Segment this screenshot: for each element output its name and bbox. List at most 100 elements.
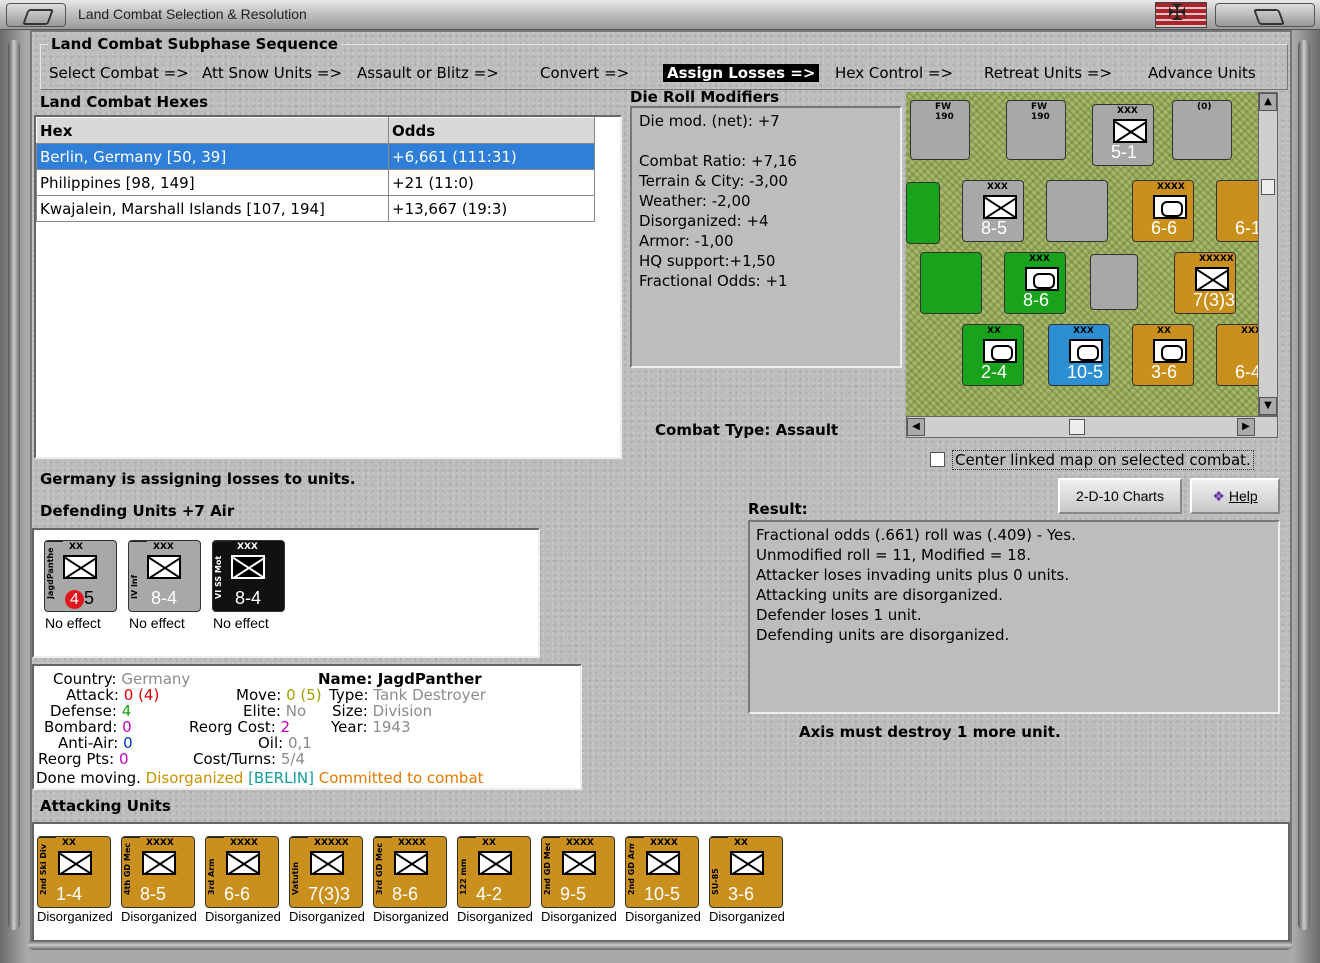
unit-symbol [1153, 339, 1187, 363]
unit-pins [38, 837, 56, 838]
map-counter[interactable]: XXX 5-1 [1092, 104, 1154, 166]
unit-pins [129, 541, 147, 542]
mini-map[interactable]: FW 190 FW 190 XXX 5-1 (0) XXX 8-5 XXXX 6-6 … [906, 92, 1258, 416]
unit-symbol [1195, 267, 1229, 291]
unit-status: Disorganized [121, 909, 197, 924]
map-counter-p47d[interactable] [920, 252, 982, 314]
counter-size: XXX [987, 182, 1008, 192]
unit-pins [374, 837, 392, 838]
attacking-unit[interactable]: 122 mm XX 4-2 [457, 836, 531, 908]
value: (4) [138, 686, 160, 704]
table-row[interactable]: Philippines [98, 149] +21 (11:0) [36, 169, 595, 196]
attacking-unit[interactable]: 2nd Ski Div XX 1-4 [37, 836, 111, 908]
unit-name: 4th GD Mech [123, 843, 132, 895]
defending-unit-iv-inf[interactable]: IV Inf XXX 8-4 [128, 540, 201, 612]
scroll-left-icon[interactable]: ◀ [907, 418, 925, 436]
odds-cell: +13,667 (19:3) [388, 195, 595, 222]
detail-cost-turns: Cost/Turns: 5/4 [193, 750, 305, 768]
attacking-unit[interactable]: 3rd GD Mech XXXX 8-6 [373, 836, 447, 908]
table-row[interactable]: Kwajalein, Marshall Islands [107, 194] +… [36, 195, 595, 222]
map-counter[interactable]: XXX 10-5 [1048, 324, 1110, 386]
defense-value: 5 [84, 588, 95, 608]
counter-stat: 3-6 [1151, 362, 1178, 382]
map-counter-bf109[interactable] [1046, 180, 1108, 242]
unit-status: Disorganized [373, 909, 449, 924]
unit-symbol [983, 339, 1017, 363]
attack-value: 10 [644, 884, 665, 904]
defending-unit-jagdpanther[interactable]: JagdPanther XX 45 [44, 540, 117, 612]
unit-pins [45, 541, 63, 542]
map-counter-jagdpanther[interactable] [1090, 254, 1138, 310]
modifier-line: Fractional Odds: +1 [639, 272, 788, 290]
table-row[interactable]: Berlin, Germany [50, 39] +6,661 (111:31) [36, 143, 595, 170]
unit-name: JagdPanther [46, 547, 55, 599]
map-horizontal-scrollbar[interactable]: ◀ ▶ [906, 416, 1278, 438]
attacking-unit[interactable]: Vatutin XXXXX 7(3)3 [289, 836, 363, 908]
result-line: Fractional odds (.661) roll was (.409) -… [756, 526, 1076, 544]
unit-symbol [1025, 267, 1059, 291]
center-map-label[interactable]: Center linked map on selected combat. [952, 450, 1254, 470]
defense-value: -5 [570, 884, 587, 904]
unit-stats: 8-4 [151, 588, 178, 608]
tank-destroyer-symbol-icon [63, 555, 97, 579]
map-counter[interactable] [906, 182, 940, 244]
col-odds-header[interactable]: Odds [388, 117, 595, 144]
modifier-line: Weather: -2,00 [639, 192, 751, 210]
map-counter[interactable]: XXXXX 7(3)3 [1174, 252, 1236, 314]
attack-value: 8 [140, 884, 151, 904]
map-counter[interactable]: XXX 8-5 [962, 180, 1024, 242]
map-hscroll-thumb[interactable] [1069, 419, 1085, 435]
unit-status: Disorganized [625, 909, 701, 924]
odds-cell: +6,661 (111:31) [388, 143, 595, 170]
center-map-checkbox[interactable] [930, 452, 945, 467]
unit-stats: 1-4 [56, 884, 82, 905]
attack-value: 4 [65, 590, 84, 609]
map-counter-ju52[interactable]: (0) [1172, 100, 1232, 160]
hex-cell: Philippines [98, 149] [36, 169, 389, 196]
scroll-right-icon[interactable]: ▶ [1237, 418, 1255, 436]
attack-value: 9 [560, 884, 571, 904]
unit-symbol-icon [394, 851, 428, 875]
attacking-unit[interactable]: 3rd Arm XXXX 6-6 [205, 836, 279, 908]
defending-unit-vi-ss-mot[interactable]: VI SS Mot XXX 8-4 [212, 540, 285, 612]
map-counter[interactable]: XX 2-4 [962, 324, 1024, 386]
scroll-up-icon[interactable]: ▲ [1259, 93, 1277, 111]
map-vertical-scrollbar[interactable]: ▲ ▼ [1258, 92, 1278, 416]
help-button[interactable]: ❖ Help [1190, 478, 1280, 514]
charts-button[interactable]: 2-D-10 Charts [1058, 478, 1182, 514]
scroll-down-icon[interactable]: ▼ [1259, 397, 1277, 415]
attacking-unit[interactable]: 4th GD Mech XXXX 8-5 [121, 836, 195, 908]
unit-size: XXXXX [314, 838, 349, 848]
map-counter-fw190-a8[interactable]: FW 190 [1006, 100, 1066, 160]
defense-value: -5 [150, 884, 167, 904]
counter-size: XXX [1117, 106, 1138, 116]
map-counter[interactable]: XXX 8-6 [1004, 252, 1066, 314]
left-frame-pipe [8, 40, 20, 930]
map-vscroll-thumb[interactable] [1261, 179, 1275, 195]
attack-value: 6 [224, 884, 235, 904]
combat-type-value: Assault [775, 421, 839, 439]
modifier-line: Combat Ratio: +7,16 [639, 152, 797, 170]
seq-step-att-snow: Att Snow Units => [202, 64, 343, 82]
map-counter[interactable]: XXX 6-4 [1216, 324, 1258, 386]
map-counter-fw190-a5[interactable]: FW 190 [910, 100, 970, 160]
unit-size: XXX [153, 542, 174, 552]
map-counter[interactable]: 6-1 [1216, 180, 1258, 242]
hex-cell: Berlin, Germany [50, 39] [36, 143, 389, 170]
attacking-unit[interactable]: 2nd GD Mech XXXX 9-5 [541, 836, 615, 908]
counter-stat: 7(3)3 [1193, 290, 1236, 310]
unit-stats: 7(3)3 [308, 884, 350, 905]
window-menu-button[interactable] [6, 3, 66, 27]
col-hex-header[interactable]: Hex [36, 117, 389, 144]
counter-stat: 6-1 [1235, 218, 1258, 238]
window-close-button[interactable] [1215, 3, 1315, 27]
map-counter[interactable]: XX 3-6 [1132, 324, 1194, 386]
help-label: Help [1228, 488, 1258, 504]
attacking-unit[interactable]: SU-85 XX 3-6 [709, 836, 783, 908]
unit-stats: 45 [65, 588, 94, 609]
result-line: Unmodified roll = 11, Modified = 18. [756, 546, 1031, 564]
counter-stat: 10-5 [1067, 362, 1104, 382]
map-counter[interactable]: XXXX 6-6 [1132, 180, 1194, 242]
unit-symbol-icon [142, 851, 176, 875]
attacking-unit[interactable]: 2nd GD Arm XXXX 10-5 [625, 836, 699, 908]
